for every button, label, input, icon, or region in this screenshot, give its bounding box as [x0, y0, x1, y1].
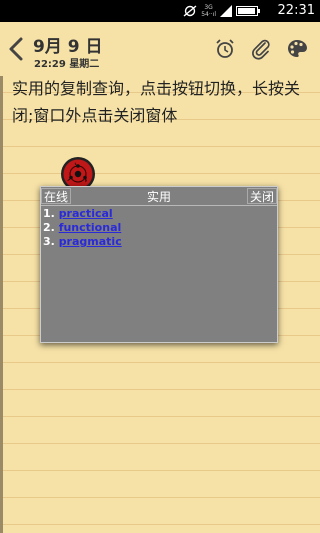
- signal-icon: [220, 5, 232, 17]
- network-type-label: 3G: [204, 4, 213, 11]
- note-time-weekday: 22:29 星期二: [34, 59, 100, 70]
- result-word-link[interactable]: practical: [59, 207, 113, 220]
- palette-icon[interactable]: [286, 38, 308, 60]
- popup-title: 实用: [146, 189, 171, 204]
- network-speed-label: 54··ıl: [201, 11, 216, 18]
- dictionary-popup[interactable]: 在线 实用 关闭 1. practical 2. functional 3. p…: [40, 186, 278, 343]
- note-date: 9月 9 日: [33, 37, 103, 57]
- close-button[interactable]: 关闭: [246, 188, 277, 204]
- status-time: 22:31: [277, 3, 315, 18]
- battery-fill: [238, 8, 255, 14]
- status-bar: 3G 54··ıl 22:31: [0, 0, 320, 22]
- online-button[interactable]: 在线: [41, 188, 72, 204]
- result-word-link[interactable]: functional: [59, 221, 122, 234]
- list-item: 1. practical: [43, 207, 122, 221]
- note-header: 9月 9 日 22:29 星期二: [0, 22, 320, 76]
- alarm-off-icon: [183, 5, 197, 17]
- result-number: 2.: [43, 221, 55, 234]
- battery-icon: [236, 6, 260, 16]
- paperclip-icon[interactable]: [250, 38, 272, 60]
- list-item: 2. functional: [43, 221, 122, 235]
- alarm-icon[interactable]: [214, 38, 236, 60]
- list-item: 3. pragmatic: [43, 235, 122, 249]
- result-list: 1. practical 2. functional 3. pragmatic: [43, 207, 122, 249]
- back-icon[interactable]: [6, 36, 28, 62]
- result-number: 3.: [43, 235, 55, 248]
- status-icons: 3G 54··ıl: [183, 4, 260, 18]
- note-body-text[interactable]: 实用的复制查询，点击按钮切换，长按关闭;窗口外点击关闭窗体: [12, 75, 312, 129]
- paper-edge: [0, 22, 3, 533]
- result-word-link[interactable]: pragmatic: [59, 235, 122, 248]
- result-number: 1.: [43, 207, 55, 220]
- popup-toolbar: 在线 实用 关闭: [41, 187, 277, 206]
- network-indicator: 3G 54··ıl: [201, 4, 216, 18]
